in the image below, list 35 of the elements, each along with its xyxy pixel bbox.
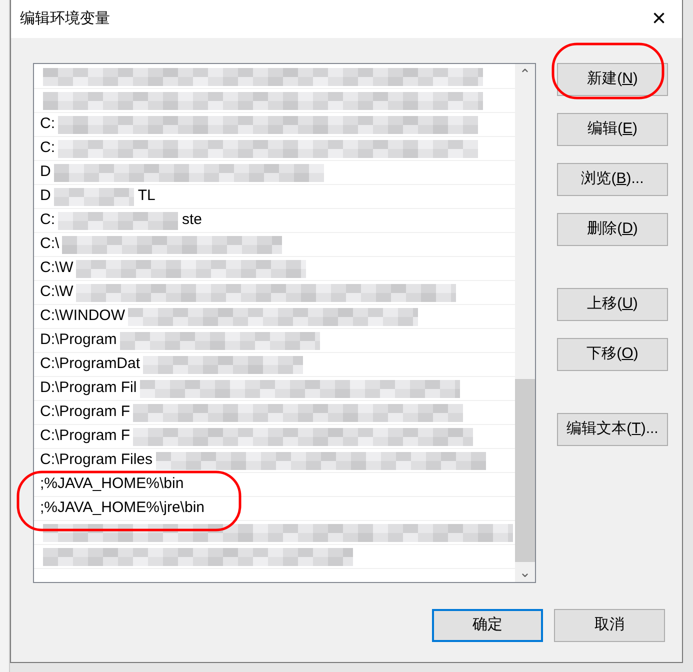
path-text: D:\Program Fil bbox=[40, 378, 137, 398]
path-text: C:\W bbox=[40, 258, 74, 278]
cancel-button[interactable]: 取消 bbox=[554, 609, 665, 642]
action-button[interactable]: 编辑(E) bbox=[557, 113, 668, 146]
path-text: ste bbox=[182, 210, 202, 230]
action-button[interactable]: 上移(U) bbox=[557, 288, 668, 321]
path-text: C:\ProgramDat bbox=[40, 354, 140, 374]
action-button[interactable]: 删除(D) bbox=[557, 213, 668, 246]
path-text: C:\Program Files bbox=[40, 450, 153, 470]
action-button[interactable]: 浏览(B)... bbox=[557, 163, 668, 196]
scrollbar-thumb[interactable] bbox=[515, 379, 535, 562]
action-button[interactable]: 新建(N) bbox=[557, 63, 668, 96]
path-text: C:\W bbox=[40, 282, 74, 302]
scrollbar[interactable]: ⌃ ⌄ bbox=[515, 64, 535, 582]
path-text: D bbox=[40, 162, 51, 182]
path-text: C: bbox=[40, 138, 55, 158]
path-text: C:\Program F bbox=[40, 402, 130, 422]
window-title: 编辑环境变量 bbox=[20, 8, 110, 29]
path-text: TL bbox=[138, 186, 156, 206]
action-button[interactable]: 下移(O) bbox=[557, 338, 668, 371]
path-list[interactable]: C: C: D D TL C: ste C:\ C:\W C:\W C:\WINDOW D:\Program C:\ProgramDat D:\Program Fil C:\Program F C:\Program F C:\Program Files ;%JAVA_HOME%\bin ;%JAVA_HOME%\jre\bin ⌃ ⌄ bbox=[33, 63, 536, 583]
path-text: C:\ bbox=[40, 234, 60, 254]
path-text: C:\WINDOW bbox=[40, 306, 125, 326]
scroll-up-button[interactable]: ⌃ bbox=[515, 64, 535, 84]
path-text: D:\Program bbox=[40, 330, 117, 350]
path-text: ;%JAVA_HOME%\jre\bin bbox=[40, 498, 204, 518]
ok-button[interactable]: 确定 bbox=[432, 609, 543, 642]
path-text: C:\Program F bbox=[40, 426, 130, 446]
path-text: C: bbox=[40, 210, 55, 230]
path-text: ;%JAVA_HOME%\bin bbox=[40, 474, 184, 494]
close-button[interactable]: × bbox=[636, 0, 682, 38]
path-text: D bbox=[40, 186, 51, 206]
scroll-down-button[interactable]: ⌄ bbox=[515, 562, 535, 582]
path-text: C: bbox=[40, 114, 55, 134]
action-button[interactable]: 编辑文本(T)... bbox=[557, 413, 668, 446]
